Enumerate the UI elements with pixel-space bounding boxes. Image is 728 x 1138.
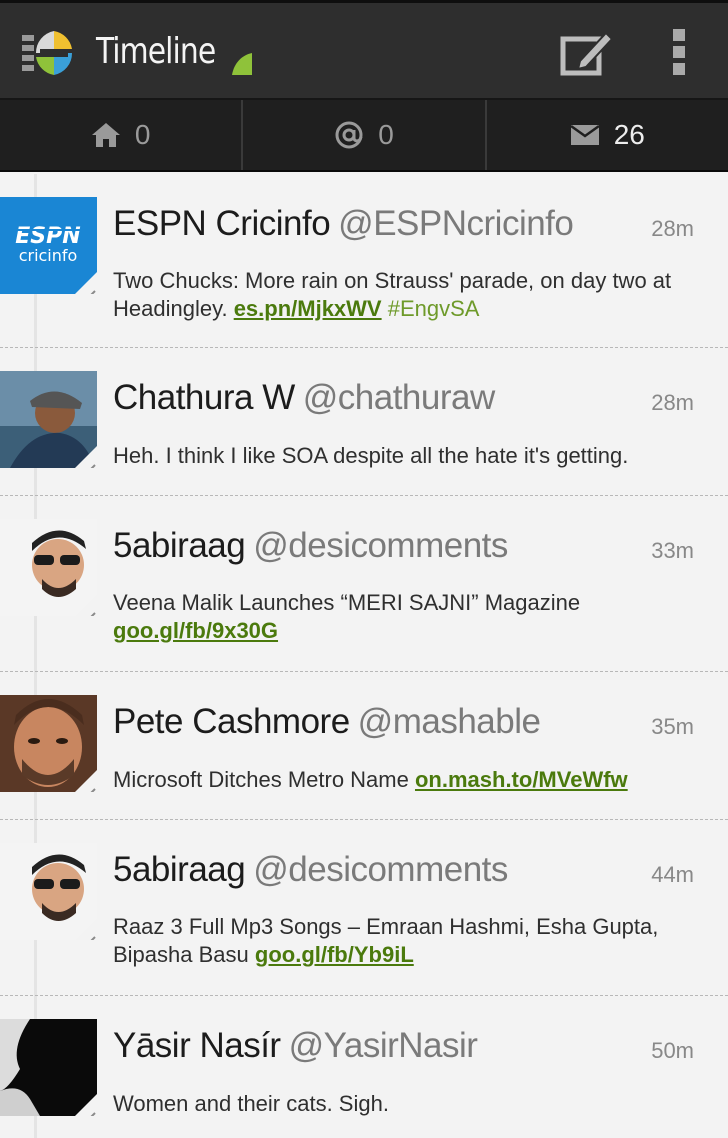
stats-bar: 0 0 26 <box>0 100 728 172</box>
tweet-timestamp: 33m <box>651 538 694 563</box>
avatar[interactable] <box>0 371 97 468</box>
tweet-item[interactable]: Pete Cashmore @mashable 35m Microsoft Dit… <box>0 672 728 820</box>
tweet-item[interactable]: 5abiraag @desicomments 44m Raaz 3 Full Mp… <box>0 820 728 996</box>
tab-home[interactable]: 0 <box>0 100 241 170</box>
tweet-timestamp: 28m <box>651 216 694 241</box>
mentions-count: 0 <box>378 119 394 150</box>
tweet-timestamp: 35m <box>651 714 694 739</box>
tweet-timestamp: 28m <box>651 390 694 415</box>
tab-mentions[interactable]: 0 <box>241 100 484 170</box>
author-handle[interactable]: @ESPNcricinfo <box>338 204 574 243</box>
home-count: 0 <box>134 119 151 150</box>
tweet-link[interactable]: goo.gl/fb/9x30G <box>113 618 278 643</box>
author-name[interactable]: Pete Cashmore <box>113 702 350 741</box>
avatar[interactable] <box>0 695 97 792</box>
tweet-item[interactable]: 5abiraag @desicomments 33m Veena Malik La… <box>0 496 728 672</box>
author-handle[interactable]: @mashable <box>358 702 541 741</box>
app-logo-icon[interactable] <box>22 29 74 77</box>
page-title[interactable]: Timeline <box>96 31 216 72</box>
home-icon <box>91 122 121 148</box>
author-name[interactable]: Yāsir Nasír <box>113 1026 281 1065</box>
tweet-text: Raaz 3 Full Mp3 Songs – Emraan Hashmi, E… <box>113 914 659 967</box>
author-name[interactable]: 5abiraag <box>113 526 246 565</box>
tab-messages[interactable]: 26 <box>484 100 728 170</box>
author-handle[interactable]: @YasirNasir <box>289 1026 478 1065</box>
compose-icon[interactable] <box>558 29 614 79</box>
tweet-text: Women and their cats. Sigh. <box>113 1091 389 1116</box>
avatar[interactable]: ESPN cricinfo <box>0 197 97 294</box>
tweet-link[interactable]: on.mash.to/MVeWfw <box>415 767 628 792</box>
author-handle[interactable]: @desicomments <box>253 850 508 889</box>
tweet-text: Two Chucks: More rain on Strauss' parade… <box>113 268 672 321</box>
author-name[interactable]: 5abiraag <box>113 850 246 889</box>
tweet-text: Veena Malik Launches “MERI SAJNI” Magazi… <box>113 590 581 643</box>
tweet-link[interactable]: es.pn/MjkxWV <box>234 296 382 321</box>
timeline-list[interactable]: ESPN cricinfo ESPN Cricinfo @ESPNcricinfo… <box>0 174 728 1138</box>
tweet-item[interactable]: ESPN cricinfo ESPN Cricinfo @ESPNcricinfo… <box>0 174 728 348</box>
hashtag[interactable]: #EngvSA <box>388 296 480 321</box>
messages-count: 26 <box>613 119 645 150</box>
overflow-menu-icon[interactable] <box>670 29 688 79</box>
action-bar: Timeline <box>0 0 728 100</box>
tweet-item[interactable]: Yāsir Nasír @YasirNasir 50m Women and the… <box>0 996 728 1138</box>
dropdown-indicator-icon <box>232 53 252 75</box>
at-mention-icon <box>334 120 364 150</box>
author-name[interactable]: ESPN Cricinfo <box>113 204 331 243</box>
tweet-link[interactable]: goo.gl/fb/Yb9iL <box>255 942 414 967</box>
envelope-icon <box>570 124 600 146</box>
tweet-text: Microsoft Ditches Metro Name on.mash.to/… <box>113 767 628 792</box>
tweet-text: Heh. I think I like SOA despite all the … <box>113 443 629 468</box>
svg-text:cricinfo: cricinfo <box>19 246 78 265</box>
avatar[interactable] <box>0 843 97 940</box>
tweet-timestamp: 50m <box>651 1038 694 1063</box>
author-handle[interactable]: @desicomments <box>253 526 508 565</box>
author-name[interactable]: Chathura W <box>113 378 295 417</box>
avatar[interactable] <box>0 1019 97 1116</box>
tweet-timestamp: 44m <box>651 862 694 887</box>
tweet-item[interactable]: Chathura W @chathuraw 28m Heh. I think I … <box>0 348 728 496</box>
author-handle[interactable]: @chathuraw <box>303 378 496 417</box>
avatar[interactable] <box>0 519 97 616</box>
